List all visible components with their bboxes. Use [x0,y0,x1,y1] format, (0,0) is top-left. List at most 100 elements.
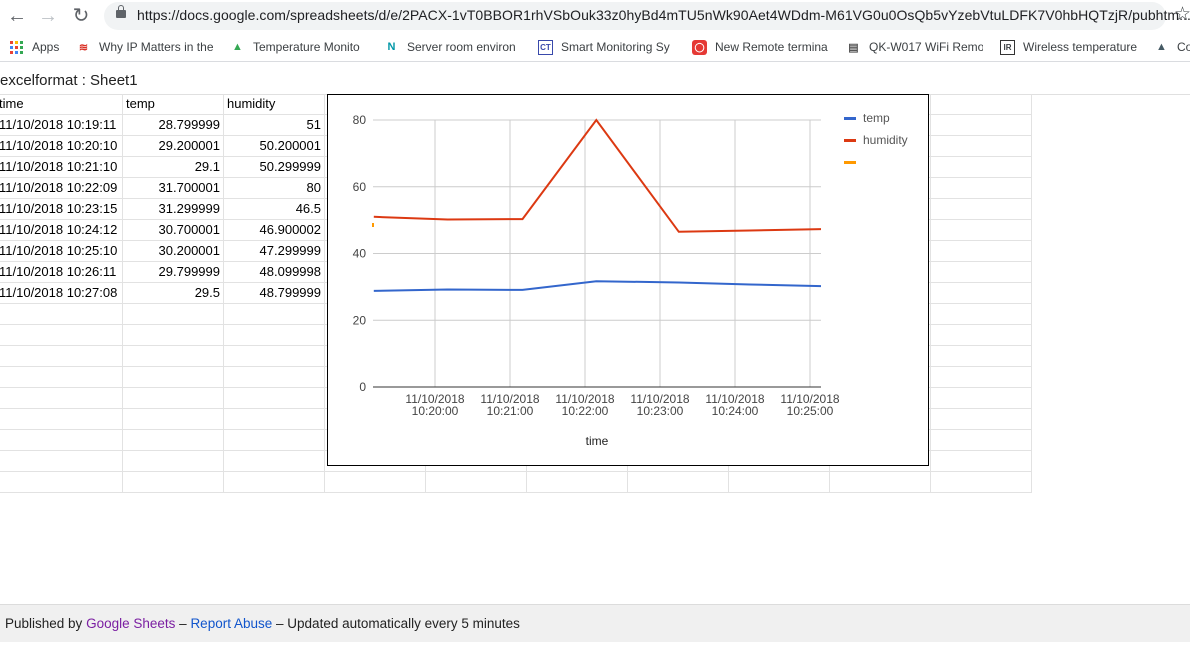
bookmark-label: Co [1177,40,1190,54]
bookmark-co[interactable]: ▲ Co [1154,38,1190,56]
empty-cell [0,472,123,493]
blue-ct-icon: CT [538,39,553,55]
column-header: temp [123,94,224,115]
empty-cell [224,325,325,346]
empty-cell [0,346,123,367]
bookmark-label: New Remote termina [715,40,828,54]
bookmark-label: Server room environ [407,40,516,54]
back-arrow-icon[interactable]: ← [5,4,29,28]
bookmark-label: Why IP Matters in the [99,40,213,54]
table-cell: 11/10/2018 10:25:10 [0,241,123,262]
legend-swatch [844,139,856,142]
empty-cell [123,409,224,430]
url-text[interactable]: https://docs.google.com/spreadsheets/d/e… [137,7,1190,23]
empty-cell [931,115,1032,136]
table-cell: 31.299999 [123,199,224,220]
empty-cell [931,367,1032,388]
legend-label: humidity [863,133,908,147]
google-sheets-link[interactable]: Google Sheets [86,616,175,631]
table-cell: 48.799999 [224,283,325,304]
table-cell: 29.799999 [123,262,224,283]
empty-cell [931,451,1032,472]
empty-cell [931,325,1032,346]
empty-cell [123,346,224,367]
empty-cell [830,472,931,493]
bookmark-qk-w017[interactable]: ▤ QK-W017 WiFi Remo [846,38,983,56]
empty-cell [931,199,1032,220]
empty-cell [931,472,1032,493]
y-tick-label: 60 [353,180,367,194]
empty-cell [123,430,224,451]
empty-cell [325,472,426,493]
empty-cell [123,325,224,346]
bookmark-smart-monitoring[interactable]: CT Smart Monitoring Sy [538,38,675,56]
red-logo-icon: ≋ [78,41,89,54]
green-leaf-icon: ▲ [232,41,243,53]
report-abuse-link[interactable]: Report Abuse [190,616,272,631]
table-cell: 30.700001 [123,220,224,241]
legend-swatch [844,117,856,120]
empty-cell [123,472,224,493]
red-bag-icon: ◯ [692,39,707,55]
y-tick-label: 80 [353,113,367,127]
lock-icon [116,5,126,18]
bookmark-temperature-monitor[interactable]: ▲ Temperature Monito [230,38,367,56]
empty-cell [931,346,1032,367]
triangle-icon: ▲ [1156,41,1167,53]
publish-footer: Published by Google Sheets – Report Abus… [0,604,1190,643]
empty-cell [0,304,123,325]
empty-cell [931,430,1032,451]
address-bar[interactable]: https://docs.google.com/spreadsheets/d/e… [104,2,1190,30]
table-cell: 11/10/2018 10:21:10 [0,157,123,178]
bookmark-server-room[interactable]: N Server room environ [384,38,521,56]
empty-cell [0,409,123,430]
empty-cell [931,388,1032,409]
empty-cell [224,430,325,451]
sheet-title: excelformat : Sheet1 [0,72,138,89]
table-cell: 46.900002 [224,220,325,241]
empty-cell [123,304,224,325]
bookmark-star-icon[interactable]: ☆ [1174,3,1190,26]
series-line-temp [373,280,821,292]
empty-cell [931,157,1032,178]
footer-separator: – [179,616,187,631]
legend-label: temp [863,111,890,125]
table-cell: 11/10/2018 10:22:09 [0,178,123,199]
empty-cell [729,472,830,493]
table-cell: 29.5 [123,283,224,304]
table-cell: 11/10/2018 10:23:15 [0,199,123,220]
chart-canvas: 02040608011/10/201810:20:0011/10/201810:… [353,111,908,448]
table-cell: 30.200001 [123,241,224,262]
bookmarks-bar: Apps ≋ Why IP Matters in the ▲ Temperatu… [0,33,1190,62]
empty-cell [123,388,224,409]
x-tick-label: 10:23:00 [637,404,684,418]
legend-swatch [844,161,856,164]
table-cell: 11/10/2018 10:27:08 [0,283,123,304]
empty-cell [0,388,123,409]
bookmark-apps[interactable]: Apps [9,38,69,56]
empty-cell [0,430,123,451]
table-cell: 11/10/2018 10:26:11 [0,262,123,283]
empty-cell [224,388,325,409]
teal-n-icon: N [387,41,396,53]
bookmark-why-ip[interactable]: ≋ Why IP Matters in the [76,38,213,56]
y-tick-label: 40 [353,247,367,261]
sheet-title-bar [0,62,1190,95]
forward-arrow-icon[interactable]: → [36,4,60,28]
browser-toolbar: ← → ↻ https://docs.google.com/spreadshee… [0,0,1190,32]
empty-cell [931,409,1032,430]
empty-cell [426,472,527,493]
empty-cell [224,367,325,388]
empty-cell [224,346,325,367]
table-cell: 11/10/2018 10:24:12 [0,220,123,241]
page-bottom-area [0,642,1190,652]
empty-cell [931,94,1032,115]
reload-icon[interactable]: ↻ [69,4,93,28]
cart-icon: ▤ [848,41,859,54]
table-cell: 48.099998 [224,262,325,283]
bookmark-remote-terminal[interactable]: ◯ New Remote termina [692,38,829,56]
x-tick-label: 10:20:00 [412,404,459,418]
table-cell: 47.299999 [224,241,325,262]
y-tick-label: 20 [353,313,367,327]
bookmark-wireless-temperature[interactable]: IR Wireless temperature [1000,38,1137,56]
